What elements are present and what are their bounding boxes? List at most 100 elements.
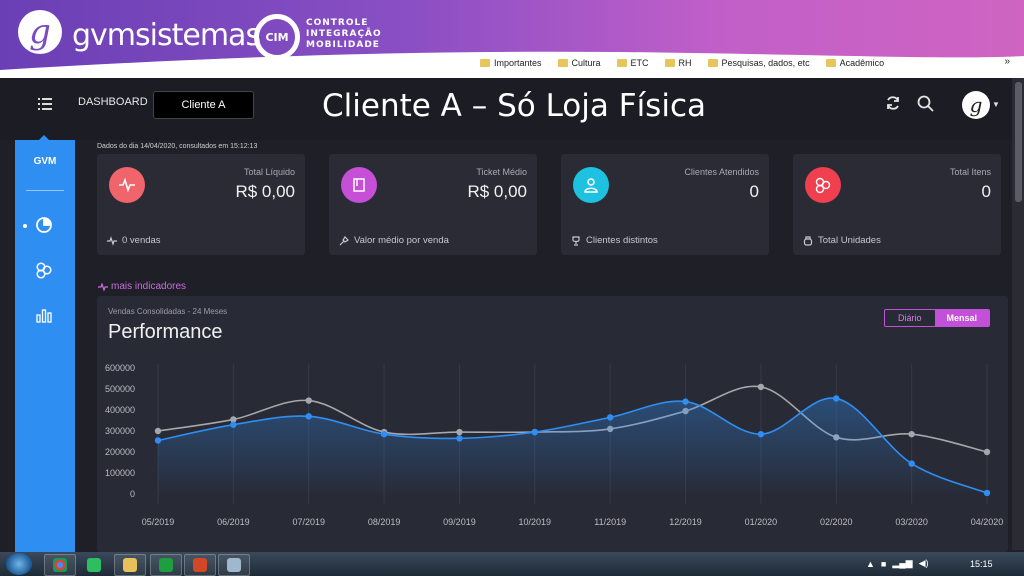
y-tick-label: 500000 <box>105 384 135 394</box>
bookmark-label: Importantes <box>494 58 542 68</box>
sidebar-brand[interactable]: GVM <box>15 156 75 167</box>
data-point <box>908 430 915 438</box>
data-point <box>380 430 388 438</box>
folder-icon <box>616 59 627 67</box>
window-icon <box>227 558 241 572</box>
bookmark-importantes[interactable]: Importantes <box>480 55 542 71</box>
performance-title: Performance <box>108 321 223 343</box>
y-tick-label: 600000 <box>105 363 135 373</box>
cim-logo-text: CONTROLE INTEGRAÇÃO MOBILIDADE <box>306 18 382 51</box>
taskbar-clock[interactable]: 15:15 <box>970 559 993 569</box>
more-indicators-link[interactable]: mais indicadores <box>98 281 186 292</box>
page-title: Cliente A – Só Loja Física <box>322 88 706 124</box>
sidebar <box>15 140 75 552</box>
bar-chart-icon[interactable] <box>35 306 53 324</box>
card-footer: Total Unidades <box>803 235 881 246</box>
brand-banner: g gvmsistemas CIM CONTROLE INTEGRAÇÃO MO… <box>0 0 1024 78</box>
folder-icon <box>664 59 675 67</box>
taskbar-chrome[interactable] <box>44 554 76 576</box>
client-selector[interactable]: Cliente A <box>153 91 254 119</box>
pin-icon <box>339 235 349 245</box>
x-tick-label: 09/2019 <box>443 517 476 527</box>
bookmarks-bar: Importantes Cultura ETC RH Pesquisas, da… <box>480 55 884 71</box>
series-area <box>158 398 987 494</box>
bookmark-etc[interactable]: ETC <box>616 55 649 71</box>
mensal-button[interactable]: Mensal <box>934 310 989 326</box>
card-title: Clientes Atendidos <box>684 167 759 177</box>
x-tick-label: 07/2019 <box>292 517 325 527</box>
x-tick-label: 12/2019 <box>669 517 702 527</box>
hexagons-icon[interactable] <box>35 261 53 279</box>
data-point <box>757 430 765 438</box>
bookmark-academico[interactable]: Acadêmico <box>825 55 884 71</box>
card-title: Ticket Médio <box>476 167 527 177</box>
taskbar-app-green[interactable] <box>150 554 182 576</box>
gvm-logo-icon: g <box>18 10 62 54</box>
cim-line-2: INTEGRAÇÃO <box>306 29 382 39</box>
x-tick-label: 01/2020 <box>745 517 778 527</box>
data-point <box>983 448 991 456</box>
chevron-down-icon[interactable]: ▼ <box>992 100 1000 109</box>
bookmark-label: RH <box>678 58 692 68</box>
y-tick-label: 100000 <box>105 468 135 478</box>
bookmark-rh[interactable]: RH <box>664 55 692 71</box>
dashboard-link[interactable]: DASHBOARD <box>78 96 148 108</box>
card-ticket-medio: Ticket Médio R$ 0,00 Valor médio por ven… <box>329 154 537 255</box>
search-icon[interactable] <box>917 95 934 112</box>
x-tick-label: 10/2019 <box>519 517 552 527</box>
card-title: Total Itens <box>949 167 991 177</box>
scrollbar-thumb[interactable] <box>1015 82 1022 202</box>
data-point <box>154 437 162 444</box>
avatar-letter: g <box>969 93 983 117</box>
folder-icon <box>557 59 568 67</box>
data-point <box>230 421 237 428</box>
card-footer: Clientes distintos <box>571 235 658 246</box>
network-icon[interactable]: ▂▄▆ <box>892 558 912 569</box>
data-point <box>456 435 463 442</box>
taskbar-explorer[interactable] <box>114 554 146 576</box>
x-tick-label: 04/2020 <box>971 517 1004 527</box>
tray-app-icon[interactable]: ■ <box>881 559 886 569</box>
hexagons-icon <box>805 167 841 203</box>
diario-button[interactable]: Diário <box>885 310 935 326</box>
data-point <box>606 414 614 421</box>
pie-chart-icon[interactable] <box>35 216 53 234</box>
data-point <box>154 427 162 435</box>
x-tick-label: 02/2020 <box>820 517 853 527</box>
taskbar-powerpoint[interactable] <box>184 554 216 576</box>
bookmark-pesquisas[interactable]: Pesquisas, dados, etc <box>707 55 810 71</box>
period-toggle: Diário Mensal <box>884 309 990 327</box>
folder-icon <box>825 59 836 67</box>
x-tick-label: 03/2020 <box>895 517 928 527</box>
y-tick-label: 0 <box>130 489 135 499</box>
data-point <box>456 428 463 436</box>
folder-icon <box>707 59 718 67</box>
y-tick-label: 300000 <box>105 426 135 436</box>
data-point <box>305 413 312 420</box>
card-footer-text: Total Unidades <box>818 235 881 246</box>
user-avatar[interactable]: g <box>962 91 990 119</box>
card-value: R$ 0,00 <box>235 182 295 201</box>
data-point <box>833 395 840 402</box>
data-point <box>305 397 312 404</box>
menu-icon[interactable] <box>38 97 52 111</box>
data-point <box>757 383 765 391</box>
more-bookmarks-button[interactable]: » <box>1004 56 1010 67</box>
refresh-icon[interactable] <box>885 95 901 111</box>
taskbar-evernote[interactable] <box>78 554 110 576</box>
volume-icon[interactable]: ◀) <box>919 558 929 569</box>
card-footer: 0 vendas <box>107 235 161 246</box>
pulse-small-icon <box>107 235 117 246</box>
card-total-itens: Total Itens 0 Total Unidades <box>793 154 1001 255</box>
performance-chart: 05/2019 06/2019 07/2019 08/2019 09/2019 10/20… <box>105 363 1004 527</box>
folder-icon <box>480 59 490 67</box>
trophy-icon <box>572 235 580 246</box>
cim-logo-icon: CIM <box>254 14 300 60</box>
bookmark-cultura[interactable]: Cultura <box>557 55 601 71</box>
start-button[interactable] <box>6 553 32 575</box>
tray-arrow-icon[interactable]: ▲ <box>866 559 875 569</box>
data-point <box>908 460 915 467</box>
data-timestamp: Dados do dia 14/04/2020, consultados em … <box>97 143 258 150</box>
taskbar-window[interactable] <box>218 554 250 576</box>
x-tick-label: 05/2019 <box>142 517 175 527</box>
